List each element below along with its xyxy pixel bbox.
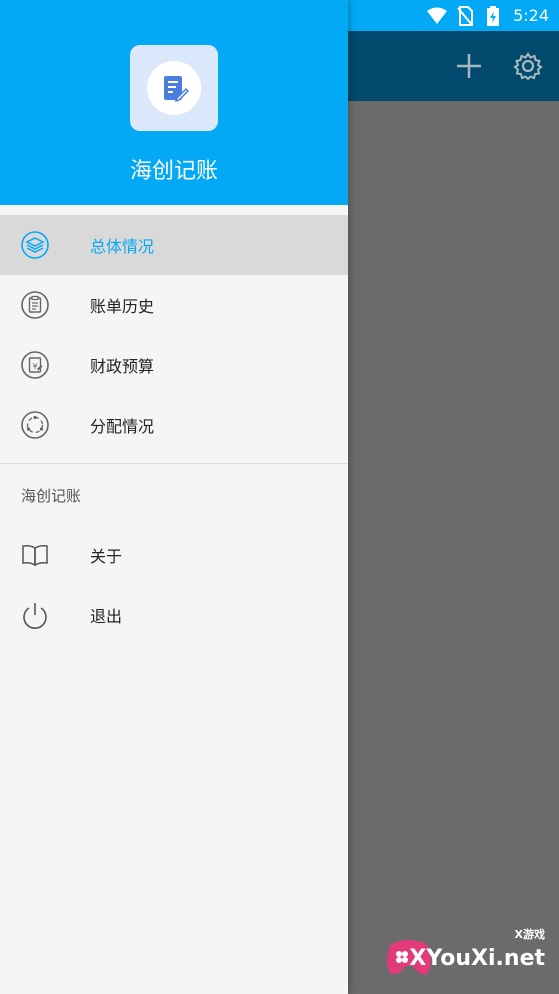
drawer-app-name: 海创记账: [129, 159, 218, 184]
menu-item-budget[interactable]: ¥ 财政预算: [0, 335, 348, 395]
watermark: X游戏 XYouXi.net: [383, 926, 553, 986]
menu-item-label: 分配情况: [90, 417, 155, 436]
drawer-header: 海创记账: [0, 0, 348, 205]
settings-icon[interactable]: [509, 47, 547, 85]
navigation-drawer: 海创记账 总体情况 账单历史 ¥ 财政预算 分配情况 海创记账 关于 退出: [0, 0, 348, 994]
layers-icon: [20, 230, 50, 260]
menu-item-bill-history[interactable]: 账单历史: [0, 275, 348, 335]
menu-item-about[interactable]: 关于: [0, 525, 348, 585]
drawer-menu: 总体情况 账单历史 ¥ 财政预算 分配情况: [0, 215, 348, 455]
status-time: 5:24: [513, 6, 549, 25]
battery-charging-icon: [483, 5, 503, 26]
watermark-text: XYouXi.net: [409, 946, 545, 971]
menu-item-exit[interactable]: 退出: [0, 585, 348, 645]
menu-item-overview[interactable]: 总体情况: [0, 215, 348, 275]
no-sim-icon: [455, 5, 475, 26]
app-logo: [130, 45, 218, 131]
watermark-badge: X游戏: [514, 928, 545, 941]
menu-item-label: 账单历史: [90, 297, 155, 316]
notebook-icon: [147, 61, 201, 115]
svg-text:¥: ¥: [32, 362, 37, 371]
distribution-icon: [20, 410, 50, 440]
power-icon: [20, 600, 50, 630]
menu-item-label: 财政预算: [90, 357, 155, 376]
wifi-icon: [427, 6, 448, 26]
menu-item-label: 退出: [90, 607, 123, 626]
budget-icon: ¥: [20, 350, 50, 380]
menu-item-label: 总体情况: [90, 237, 155, 256]
add-icon[interactable]: [450, 47, 488, 85]
clipboard-icon: [20, 290, 50, 320]
menu-item-distribution[interactable]: 分配情况: [0, 395, 348, 455]
drawer-divider: [0, 463, 348, 464]
drawer-secondary-menu: 关于 退出: [0, 525, 348, 645]
menu-item-label: 关于: [90, 547, 123, 566]
drawer-section-title: 海创记账: [21, 487, 82, 505]
book-icon: [20, 540, 50, 570]
